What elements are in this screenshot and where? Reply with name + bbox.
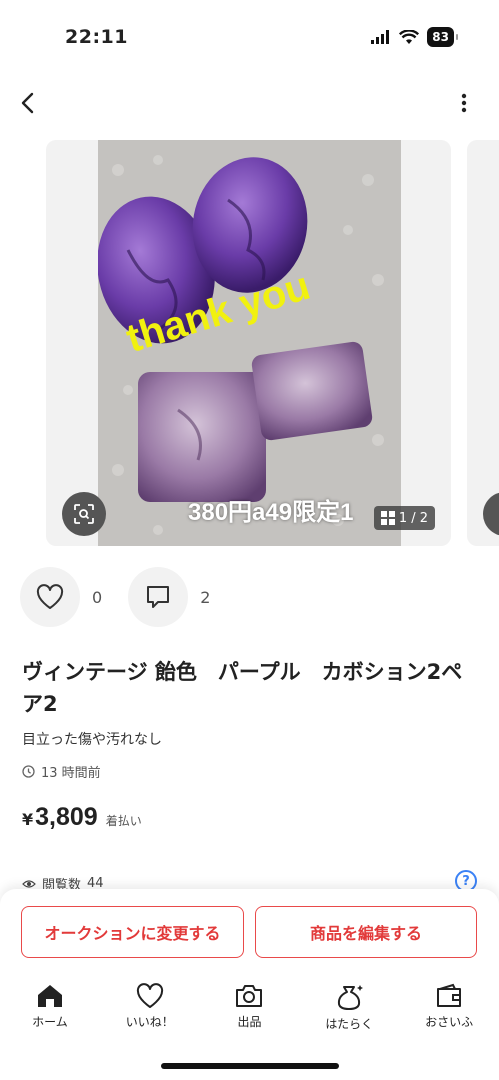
- wifi-icon: [399, 29, 420, 44]
- product-photo: thank you 380円a49限定1: [98, 140, 401, 546]
- edit-item-button[interactable]: 商品を編集する: [255, 906, 477, 958]
- tab-work-label: はたらく: [325, 1017, 374, 1031]
- comment-count: 2: [200, 587, 211, 607]
- image-search-button[interactable]: [62, 492, 106, 536]
- tab-home[interactable]: ホーム: [0, 973, 100, 1037]
- back-button[interactable]: [12, 88, 42, 118]
- image-carousel[interactable]: thank you 380円a49限定1 1 / 2: [0, 140, 499, 547]
- tab-likes[interactable]: いいね！: [100, 973, 200, 1037]
- wallet-icon: [437, 983, 462, 1007]
- money-bag-icon: [338, 985, 364, 1010]
- price-row: ¥ 3,809 着払い: [22, 803, 142, 832]
- signal-icon: [371, 30, 390, 44]
- posted-time-text: 13 時間前: [41, 766, 101, 781]
- overlay-caption: 380円a49限定1: [188, 499, 354, 526]
- action-sheet: オークションに変更する 商品を編集する: [0, 889, 499, 973]
- heart-icon: [36, 584, 64, 609]
- item-condition: 目立った傷や汚れなし: [22, 732, 162, 748]
- reactions-row: 0 2: [20, 567, 236, 627]
- chevron-left-icon: [21, 92, 34, 114]
- tab-wallet-label: おさいふ: [425, 1015, 474, 1029]
- item-title: ヴィンテージ 飴色 パープル カボション2ペア2: [22, 660, 463, 716]
- clock-icon: [22, 765, 35, 778]
- change-to-auction-button[interactable]: オークションに変更する: [21, 906, 244, 958]
- grid-icon: [380, 511, 395, 525]
- eye-icon: [22, 879, 36, 888]
- battery-indicator: 83: [427, 27, 458, 47]
- tab-sell[interactable]: 出品: [200, 973, 300, 1037]
- product-image-slide[interactable]: thank you 380円a49限定1 1 / 2: [46, 140, 451, 546]
- tab-likes-label: いいね！: [125, 1015, 174, 1029]
- more-options-button[interactable]: [449, 88, 479, 118]
- status-time: 22:11: [65, 26, 128, 48]
- image-search-button-next[interactable]: [483, 492, 499, 536]
- tab-bar: ホーム いいね！ 出品 はたらく おさいふ: [0, 973, 499, 1037]
- more-vertical-icon: [461, 93, 467, 113]
- tab-work[interactable]: はたらく: [299, 973, 399, 1037]
- shipping-note: 着払い: [105, 814, 142, 828]
- like-count: 0: [92, 587, 103, 607]
- tab-sell-label: 出品: [237, 1015, 262, 1029]
- comment-button[interactable]: [128, 567, 189, 627]
- camera-icon: [236, 985, 263, 1007]
- scan-search-icon: [74, 504, 94, 524]
- page-counter-text: 1 / 2: [398, 510, 428, 526]
- price-value: 3,809: [35, 803, 98, 831]
- status-icons: 83: [371, 27, 458, 47]
- price-symbol: ¥: [22, 810, 34, 829]
- nav-bar: [0, 80, 499, 126]
- posted-time: 13 時間前: [22, 762, 101, 781]
- home-icon: [37, 985, 62, 1007]
- comment-icon: [147, 586, 170, 608]
- tab-home-label: ホーム: [32, 1015, 68, 1029]
- heart-icon: [136, 983, 163, 1008]
- page-counter: 1 / 2: [373, 506, 435, 530]
- home-indicator: [161, 1063, 339, 1069]
- next-image-slide[interactable]: [467, 140, 499, 546]
- like-button[interactable]: [20, 567, 80, 627]
- tab-wallet[interactable]: おさいふ: [399, 973, 499, 1037]
- status-bar: 22:11 83: [0, 0, 499, 70]
